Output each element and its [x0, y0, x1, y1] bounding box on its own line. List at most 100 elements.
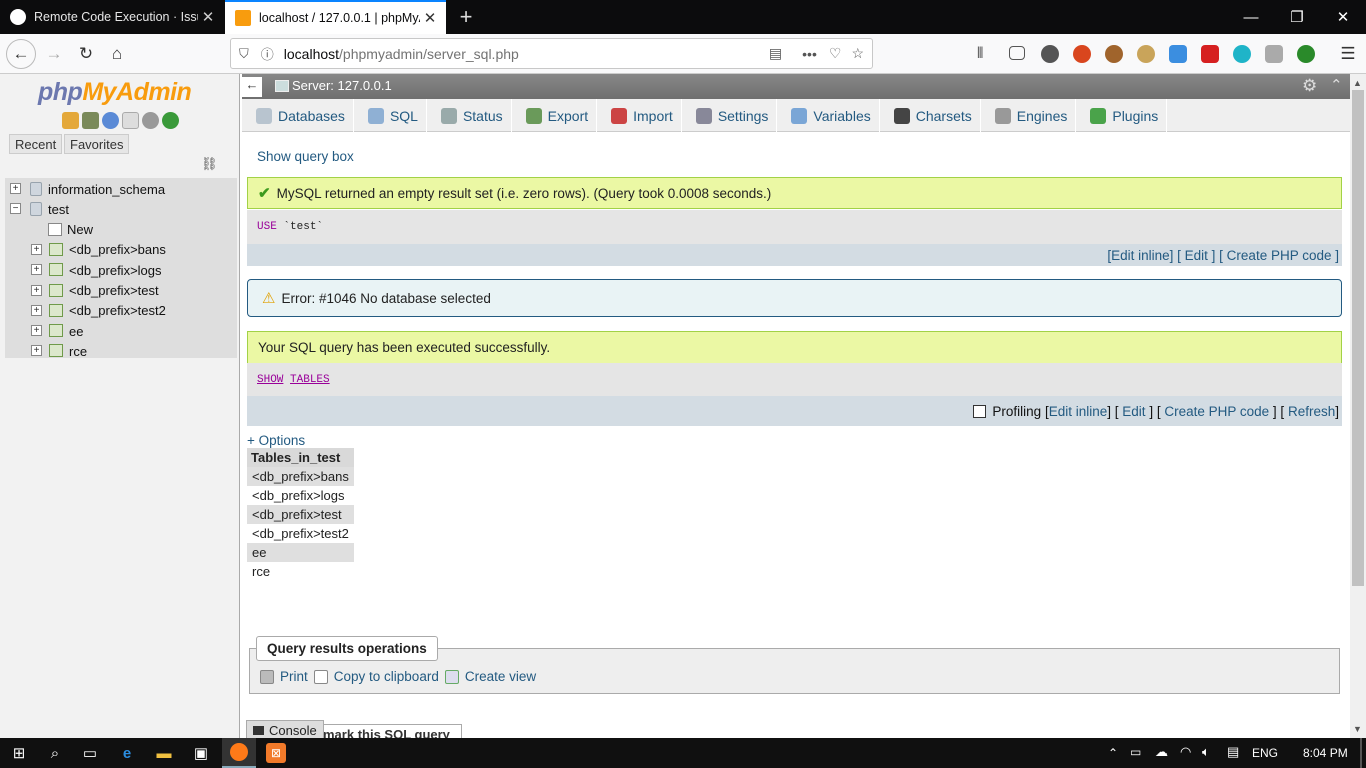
settings-gear-icon[interactable]: ⚙	[1302, 76, 1317, 96]
close-window-button[interactable]: ✕	[1320, 0, 1366, 34]
adblock-icon[interactable]	[1073, 45, 1091, 63]
reload-navigation-icon[interactable]	[162, 112, 179, 129]
column-header[interactable]: Tables_in_test	[247, 448, 354, 467]
language-indicator[interactable]: ENG	[1252, 746, 1278, 760]
xampp-icon[interactable]: ⊠	[266, 743, 286, 763]
close-tab-icon[interactable]: ✕	[420, 9, 440, 27]
table-cell[interactable]: <db_prefix>bans	[247, 467, 354, 486]
menu-tab-import[interactable]: Import	[597, 99, 682, 132]
extension-icon[interactable]	[1041, 45, 1059, 63]
extension-puzzle-icon[interactable]	[1265, 45, 1283, 63]
link-with-main-panel-icon[interactable]: ⛓	[201, 156, 218, 172]
cloud-icon[interactable]	[1233, 45, 1251, 63]
expand-toggle-icon[interactable]: +	[31, 325, 42, 337]
wifi-icon[interactable]: ◠	[1180, 744, 1191, 760]
edit-inline-link[interactable]: Edit inline	[1049, 404, 1108, 419]
expand-toggle-icon[interactable]: +	[31, 304, 42, 316]
firefox-taskbar-item[interactable]	[222, 738, 256, 768]
menu-tab-engines[interactable]: Engines	[981, 99, 1077, 132]
collapse-top-icon[interactable]: ⌃	[1330, 76, 1343, 94]
favorites-tab[interactable]: Favorites	[64, 134, 130, 154]
help-icon[interactable]	[102, 112, 119, 129]
expand-toggle-icon[interactable]: +	[10, 183, 21, 194]
task-view-icon[interactable]: ▭	[80, 743, 100, 763]
expand-toggle-icon[interactable]: −	[10, 203, 21, 215]
extension-green-icon[interactable]	[1297, 45, 1315, 63]
sidebar-toggle-icon[interactable]	[1009, 46, 1025, 60]
table-cell[interactable]: <db_prefix>test2	[247, 524, 354, 543]
info-icon[interactable]: ⓘ	[261, 44, 274, 63]
docs-icon[interactable]	[122, 112, 139, 129]
volume-icon[interactable]: 🔈︎	[1202, 744, 1210, 760]
onedrive-icon[interactable]: ☁	[1155, 744, 1168, 760]
bookmark-star-icon[interactable]: ☆	[851, 45, 864, 62]
show-desktop-button[interactable]	[1360, 738, 1362, 768]
phpmyadmin-logo[interactable]: phpMyAdmin	[38, 78, 192, 107]
show-query-box-link[interactable]: Show query box	[257, 149, 354, 164]
restore-button[interactable]: ❐	[1274, 0, 1320, 34]
expand-toggle-icon[interactable]: +	[31, 284, 42, 296]
reload-button[interactable]: ↻	[72, 40, 100, 68]
query-links-text[interactable]: [Edit inline] [ Edit ] [ Create PHP code…	[1107, 248, 1339, 263]
options-link[interactable]: + Options	[247, 433, 305, 448]
collapse-panel-icon[interactable]: ←	[242, 77, 262, 97]
print-link[interactable]: Print	[280, 669, 308, 684]
clock[interactable]: 8:04 PM	[1303, 746, 1348, 760]
search-icon[interactable]: ⌕	[45, 743, 65, 763]
extension-red-icon[interactable]	[1201, 45, 1219, 63]
extension-face-icon[interactable]	[1137, 45, 1155, 63]
server-label[interactable]: Server: 127.0.0.1	[292, 78, 392, 93]
sql-keyword-show[interactable]: SHOW	[257, 374, 283, 386]
tree-table-item[interactable]: + ee	[5, 321, 237, 341]
copy-to-clipboard-link[interactable]: Copy to clipboard	[334, 669, 439, 684]
library-icon[interactable]: ⫴	[977, 45, 995, 63]
create-php-code-link[interactable]: Create PHP code	[1164, 404, 1269, 419]
pocket-icon[interactable]: ♡	[829, 45, 842, 62]
home-button[interactable]: ⌂	[103, 40, 131, 68]
menu-tab-export[interactable]: Export	[512, 99, 598, 132]
create-view-link[interactable]: Create view	[465, 669, 536, 684]
forward-button[interactable]: →	[40, 40, 68, 68]
table-cell[interactable]: rce	[247, 562, 354, 581]
file-explorer-icon[interactable]: ▬	[154, 743, 174, 763]
new-tab-button[interactable]: +	[455, 4, 477, 30]
tree-new-table[interactable]: New	[5, 220, 237, 240]
menu-tab-settings[interactable]: Settings	[682, 99, 778, 132]
recent-tab[interactable]: Recent	[9, 134, 63, 154]
sql-keyword-tables[interactable]: TABLES	[290, 374, 330, 386]
refresh-link[interactable]: Refresh	[1288, 404, 1335, 419]
menu-tab-charsets[interactable]: Charsets	[880, 99, 981, 132]
expand-toggle-icon[interactable]: +	[31, 345, 42, 357]
expand-toggle-icon[interactable]: +	[31, 264, 42, 276]
tree-table-item[interactable]: + <db_prefix>test2	[5, 301, 237, 321]
reader-view-icon[interactable]: ▤	[769, 45, 782, 62]
menu-tab-plugins[interactable]: Plugins	[1076, 99, 1168, 132]
shield-icon[interactable]: ⛉	[239, 46, 249, 62]
scroll-down-arrow[interactable]: ▼	[1353, 724, 1362, 734]
settings-gear-icon[interactable]	[142, 112, 159, 129]
console-toggle[interactable]: Console	[246, 720, 324, 738]
tree-table-item[interactable]: + rce	[5, 341, 237, 361]
scroll-up-arrow[interactable]: ▲	[1353, 78, 1362, 88]
translate-icon[interactable]	[1169, 45, 1187, 63]
battery-icon[interactable]: ▭	[1130, 745, 1141, 759]
store-icon[interactable]: ▣	[191, 743, 211, 763]
menu-tab-databases[interactable]: Databases	[242, 99, 354, 132]
profiling-checkbox[interactable]	[973, 404, 987, 418]
tree-table-item[interactable]: + <db_prefix>bans	[5, 240, 237, 260]
page-scrollbar[interactable]: ▲ ▼	[1350, 74, 1366, 738]
table-cell[interactable]: ee	[247, 543, 354, 562]
url-bar[interactable]: ⛉ ⓘ localhost/phpmyadmin/server_sql.php …	[230, 38, 873, 69]
tab-remote-code-execution[interactable]: Remote Code Execution · Issue ✕	[0, 0, 224, 34]
page-actions-icon[interactable]: •••	[802, 46, 817, 62]
tab-phpmyadmin[interactable]: localhost / 127.0.0.1 | phpMyAdmin ✕	[225, 0, 446, 34]
edge-icon[interactable]: e	[117, 743, 137, 763]
minimize-button[interactable]: —	[1228, 0, 1274, 34]
menu-tab-variables[interactable]: Variables	[777, 99, 880, 132]
close-tab-icon[interactable]: ✕	[198, 8, 218, 26]
home-icon[interactable]	[62, 112, 79, 129]
menu-tab-status[interactable]: Status	[427, 99, 512, 132]
tree-table-item[interactable]: + <db_prefix>logs	[5, 260, 237, 280]
logout-icon[interactable]	[82, 112, 99, 129]
expand-toggle-icon[interactable]: +	[31, 243, 42, 255]
